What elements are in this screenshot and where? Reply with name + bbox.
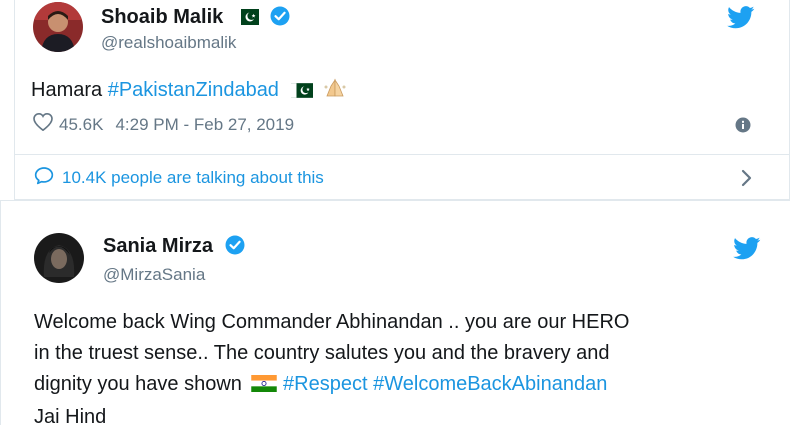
tweet-text: Hamara #PakistanZindabad xyxy=(31,75,349,108)
tweet-text: Welcome back Wing Commander Abhinandan .… xyxy=(34,307,774,425)
pakistan-flag-icon xyxy=(290,77,313,108)
hashtag-link[interactable]: #WelcomeBackAbinandan xyxy=(373,373,607,395)
like-count[interactable]: 45.6K xyxy=(59,115,103,135)
tweet-card-shoaib: Shoaib Malik @realshoaibmalik Hamara #Pa… xyxy=(14,0,790,200)
conversation-link[interactable]: 10.4K people are talking about this xyxy=(15,154,790,200)
verified-badge-icon xyxy=(225,235,245,261)
hashtag-link[interactable]: #Respect xyxy=(283,373,368,395)
tweet-text-prefix: Hamara xyxy=(31,79,108,101)
pakistan-flag-icon xyxy=(234,8,259,31)
hashtag-link[interactable]: #PakistanZindabad xyxy=(108,79,279,101)
author-name[interactable]: Shoaib Malik xyxy=(101,6,290,32)
author-handle[interactable]: @MirzaSania xyxy=(103,265,205,285)
india-flag-icon xyxy=(251,371,278,402)
tweet-line: Jai Hind xyxy=(34,406,107,425)
tweet-line-text: dignity you have shown xyxy=(34,373,242,395)
speech-bubble-icon xyxy=(34,166,54,190)
tweet-line: Welcome back Wing Commander Abhinandan .… xyxy=(34,311,630,333)
avatar[interactable] xyxy=(34,233,84,283)
timestamp[interactable]: 4:29 PM - Feb 27, 2019 xyxy=(115,115,294,135)
author-name-text[interactable]: Sania Mirza xyxy=(103,235,213,257)
author-handle[interactable]: @realshoaibmalik xyxy=(101,33,236,53)
heart-icon[interactable] xyxy=(33,112,53,136)
folded-hands-icon xyxy=(321,77,349,108)
chevron-right-icon[interactable] xyxy=(741,169,753,192)
talking-count-text[interactable]: 10.4K people are talking about this xyxy=(62,168,324,188)
author-name[interactable]: Sania Mirza xyxy=(103,235,245,261)
author-name-text[interactable]: Shoaib Malik xyxy=(101,6,223,28)
tweet-line: dignity you have shown #Respect #Welcome… xyxy=(34,369,774,402)
verified-badge-icon xyxy=(270,6,290,32)
twitter-bird-icon[interactable] xyxy=(727,6,755,34)
twitter-bird-icon[interactable] xyxy=(733,237,761,265)
info-icon[interactable] xyxy=(735,117,751,138)
tweet-card-sania: Sania Mirza @MirzaSania Welcome back Win… xyxy=(0,200,790,425)
tweet-meta: 45.6K 4:29 PM - Feb 27, 2019 xyxy=(33,112,294,136)
avatar[interactable] xyxy=(33,2,83,52)
tweet-line: in the truest sense.. The country salute… xyxy=(34,342,610,364)
